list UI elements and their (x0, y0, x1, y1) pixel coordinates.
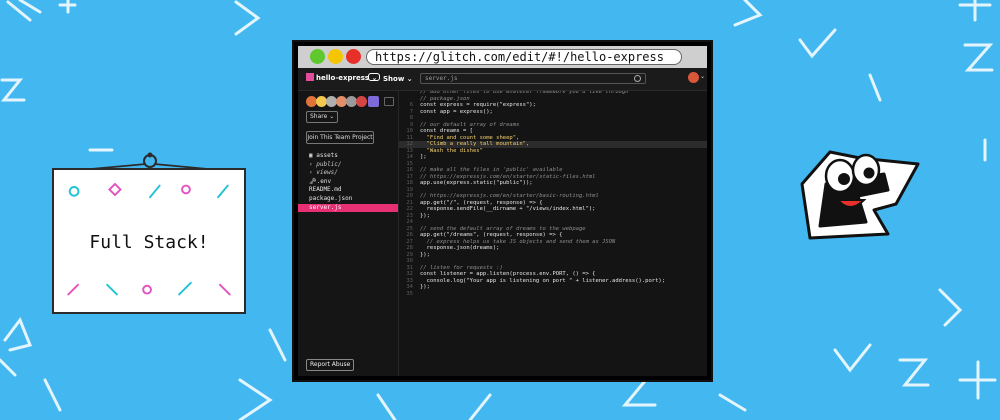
full-stack-sign: Full Stack! (52, 168, 246, 314)
file-package-json[interactable]: package.json (298, 195, 398, 204)
add-member-button[interactable] (384, 97, 394, 106)
file-search-input[interactable]: server.js (420, 73, 646, 84)
file-label: package.json (309, 194, 353, 202)
glasses-icon (368, 73, 380, 81)
file-label: server.js (309, 203, 342, 211)
project-menu[interactable]: hello-express ⌄ (306, 73, 377, 82)
file-search-value: server.js (425, 75, 458, 82)
line-number: 35 (406, 290, 413, 297)
sign-title: Full Stack! (89, 232, 209, 253)
chevron-down-icon: ⌄ (329, 113, 335, 120)
file-label: .env (316, 177, 332, 185)
key-icon: 🗝 (309, 177, 317, 185)
file-assets[interactable]: ▣ assets (298, 152, 398, 161)
browser-titlebar: https://glitch.com/edit/#!/hello-express (298, 46, 707, 68)
search-icon (634, 75, 641, 82)
avatar[interactable] (356, 96, 367, 107)
report-abuse-button[interactable]: Report Abuse (306, 359, 355, 371)
team-logo[interactable] (368, 96, 379, 107)
file-label: public/ (316, 160, 342, 168)
chevron-down-icon: ⌄ (406, 75, 413, 83)
folder-views[interactable]: › views/ (298, 169, 398, 178)
join-team-button[interactable]: Join This Team Project (306, 131, 374, 144)
code-line[interactable]: 35 (399, 291, 707, 298)
file-label: assets (316, 152, 338, 159)
minimize-button[interactable] (328, 49, 343, 64)
file-tree: ▣ assets › public/ › views/ 🗝.env README… (298, 152, 398, 213)
user-avatar[interactable] (688, 72, 699, 83)
folder-public[interactable]: › public/ (298, 161, 398, 170)
show-label: Show (383, 75, 405, 83)
maximize-button[interactable] (310, 49, 325, 64)
sidebar: Share ⌄ Join This Team Project ▣ assets … (298, 91, 399, 376)
file-label: views/ (316, 169, 338, 177)
file-label: README.md (309, 186, 342, 194)
browser-window: https://glitch.com/edit/#!/hello-express… (292, 40, 713, 382)
address-bar[interactable]: https://glitch.com/edit/#!/hello-express (366, 49, 682, 65)
code-editor[interactable]: // add other files to use whatever frame… (399, 91, 707, 376)
browser-viewport: https://glitch.com/edit/#!/hello-express… (298, 46, 707, 376)
file-server-js[interactable]: server.js (298, 203, 398, 213)
editor-toolbar: hello-express ⌄ Show ⌄ server.js ⌄ (298, 68, 707, 91)
share-label: Share (310, 113, 328, 120)
share-button[interactable]: Share ⌄ (306, 111, 339, 123)
show-button[interactable]: Show ⌄ (368, 73, 413, 83)
project-name: hello-express (316, 74, 370, 82)
glitch-mascot (800, 150, 920, 240)
file-env[interactable]: 🗝.env (298, 178, 398, 187)
file-readme[interactable]: README.md (298, 186, 398, 195)
close-button[interactable] (346, 49, 361, 64)
chevron-down-icon[interactable]: ⌄ (700, 73, 705, 80)
project-icon (306, 73, 314, 81)
